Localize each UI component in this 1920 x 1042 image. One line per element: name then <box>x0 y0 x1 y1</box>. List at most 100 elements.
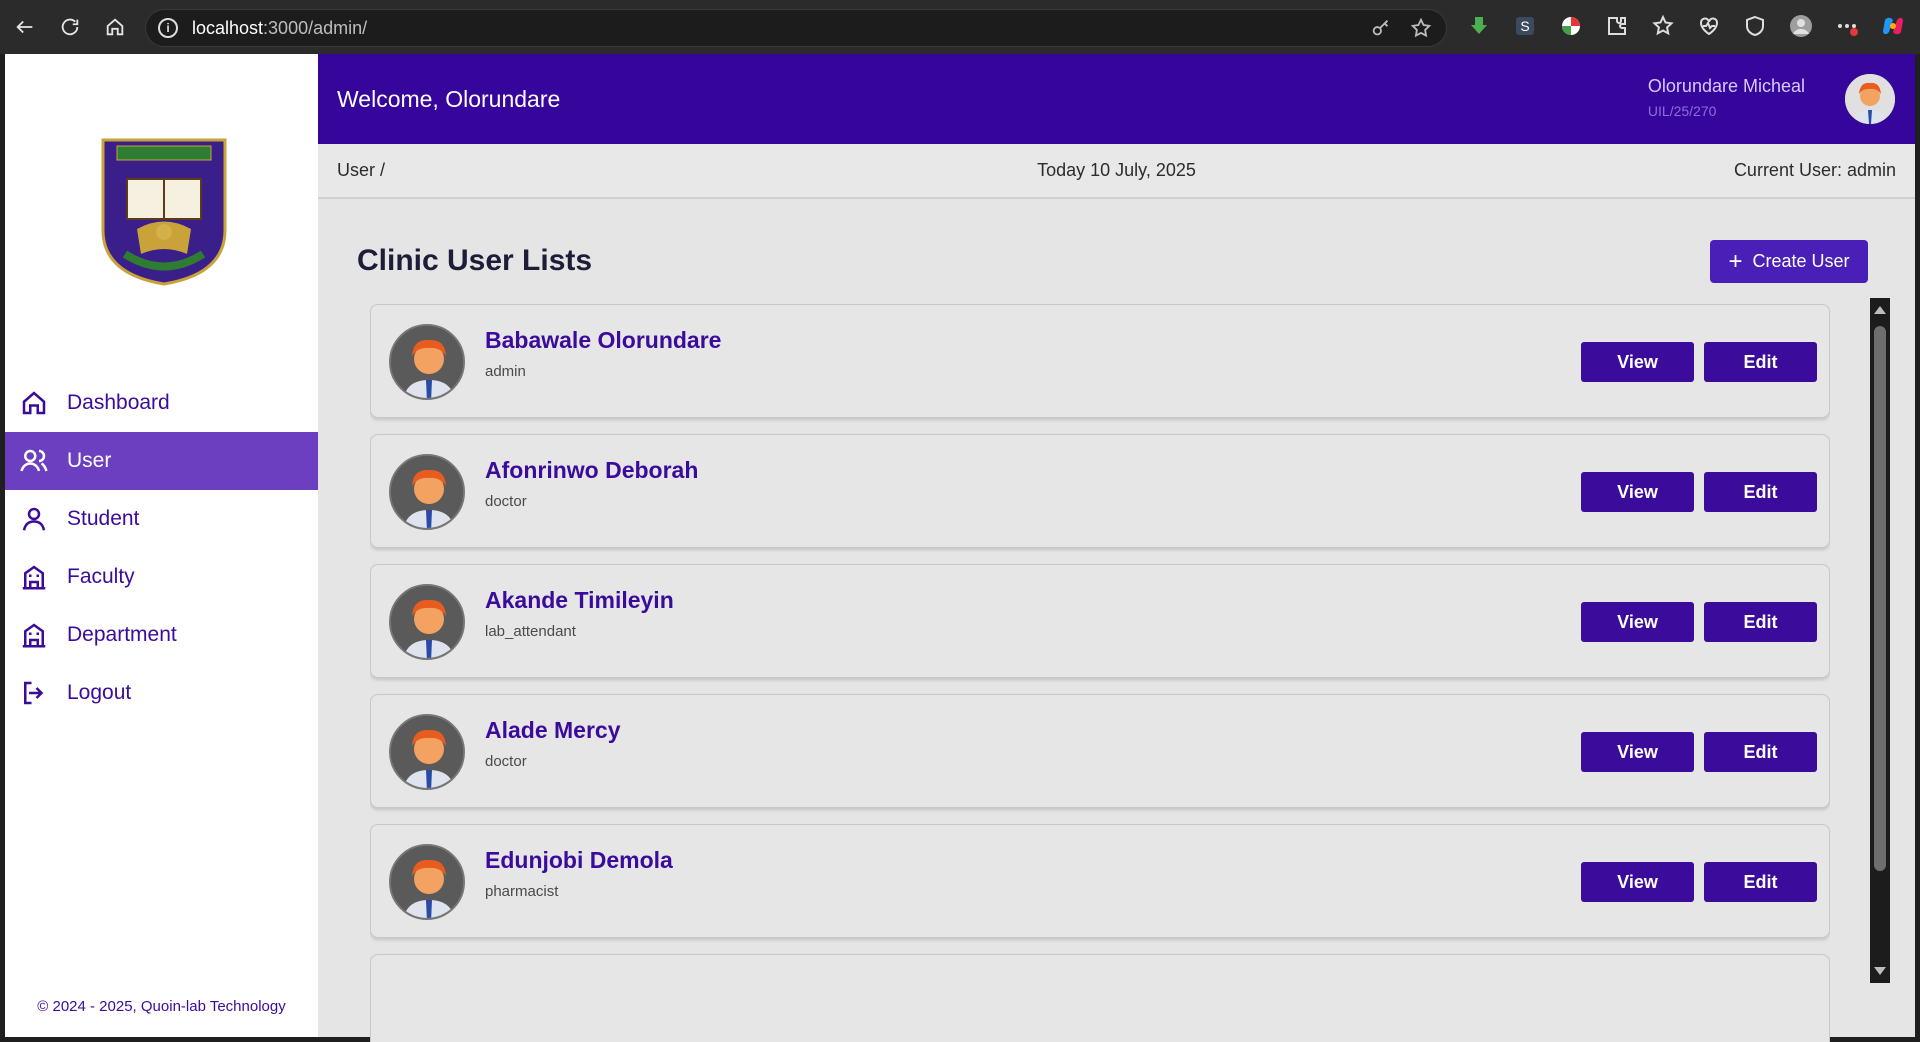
today-date: Today 10 July, 2025 <box>1037 160 1196 180</box>
sidebar-nav: Dashboard User Student Faculty Departmen… <box>5 374 318 722</box>
sidebar-item-student[interactable]: Student <box>5 490 318 548</box>
edit-button[interactable]: Edit <box>1704 602 1817 642</box>
sidebar-item-department[interactable]: Department <box>5 606 318 664</box>
user-name: Babawale Olorundare <box>485 327 722 353</box>
user-role: admin <box>485 363 526 380</box>
edit-button[interactable]: Edit <box>1704 862 1817 902</box>
page-title: Clinic User Lists <box>357 244 593 277</box>
edit-button[interactable]: Edit <box>1704 732 1817 772</box>
user-role: pharmacist <box>485 883 559 900</box>
list-item-partial <box>370 954 1830 1042</box>
avatar-icon <box>391 586 463 658</box>
list-item: Afonrinwo Deborah doctor View Edit <box>370 434 1830 548</box>
user-list[interactable]: Babawale Olorundare admin View Edit Afon… <box>370 304 1830 1042</box>
building-icon <box>22 565 46 590</box>
view-button[interactable]: View <box>1581 472 1694 512</box>
url-text[interactable]: localhost:3000/admin/ <box>192 18 367 39</box>
list-item: Babawale Olorundare admin View Edit <box>370 304 1830 418</box>
sidebar-item-label: Faculty <box>67 565 135 588</box>
create-user-button[interactable]: + Create User <box>1710 240 1868 283</box>
url-host: localhost <box>192 17 264 38</box>
plus-icon: + <box>1728 247 1743 275</box>
users-icon <box>20 449 48 472</box>
shield-icon[interactable] <box>1741 12 1769 40</box>
avatar[interactable] <box>1845 74 1895 124</box>
scroll-thumb[interactable] <box>1874 326 1886 871</box>
home-icon <box>22 391 46 415</box>
user-name: Akande Timileyin <box>485 587 674 613</box>
avatar <box>389 844 465 920</box>
user-role: doctor <box>485 493 527 510</box>
sidebar: Dashboard User Student Faculty Departmen… <box>5 54 318 1037</box>
main-content: Welcome, Olorundare Olorundare Micheal U… <box>318 54 1915 1042</box>
avatar-icon <box>391 326 463 398</box>
profile-icon[interactable] <box>1787 12 1815 40</box>
list-item: Alade Mercy doctor View Edit <box>370 694 1830 808</box>
list-item: Akande Timileyin lab_attendant View Edit <box>370 564 1830 678</box>
key-icon[interactable] <box>1370 17 1392 39</box>
top-header: Welcome, Olorundare Olorundare Micheal U… <box>318 54 1915 144</box>
person-icon <box>22 507 46 531</box>
scroll-up-icon[interactable] <box>1874 306 1886 314</box>
sidebar-item-label: User <box>67 449 112 472</box>
sidebar-item-faculty[interactable]: Faculty <box>5 548 318 606</box>
view-button[interactable]: View <box>1581 342 1694 382</box>
create-user-label: Create User <box>1752 251 1850 271</box>
arrow-left-icon <box>16 20 33 34</box>
view-button[interactable]: View <box>1581 602 1694 642</box>
user-name: Olorundare Micheal <box>1647 76 1805 96</box>
logout-icon <box>24 681 44 705</box>
avatar-icon <box>391 846 463 918</box>
copyright-text: © 2024 - 2025, Quoin-lab Technology <box>37 998 286 1015</box>
welcome-text: Welcome, Olorundare <box>337 85 561 112</box>
download-extension-icon[interactable] <box>1465 12 1493 40</box>
reload-button[interactable] <box>50 7 90 47</box>
puzzle-icon[interactable] <box>1603 12 1631 40</box>
scroll-down-icon[interactable] <box>1874 967 1886 975</box>
edit-button[interactable]: Edit <box>1704 342 1817 382</box>
user-info[interactable]: Olorundare Micheal UIL/25/270 <box>1648 76 1805 119</box>
home-button[interactable] <box>95 7 135 47</box>
building-icon <box>22 623 46 648</box>
s-extension-icon[interactable]: S <box>1511 12 1539 40</box>
avatar <box>389 454 465 530</box>
user-role: lab_attendant <box>485 623 576 640</box>
heartbeat-icon[interactable] <box>1695 12 1723 40</box>
avatar <box>389 714 465 790</box>
sidebar-item-label: Department <box>67 623 177 646</box>
star-icon[interactable] <box>1410 17 1432 39</box>
edit-button[interactable]: Edit <box>1704 472 1817 512</box>
list-scrollbar[interactable] <box>1870 298 1890 983</box>
address-bar[interactable]: i localhost:3000/admin/ <box>145 9 1447 47</box>
home-icon <box>106 18 124 36</box>
avatar-icon <box>1845 74 1895 124</box>
sidebar-item-user[interactable]: User <box>5 432 318 490</box>
user-id: UIL/25/270 <box>1647 103 1717 119</box>
sidebar-item-logout[interactable]: Logout <box>5 664 318 722</box>
url-path: :3000/admin/ <box>263 17 368 38</box>
more-icon[interactable] <box>1833 12 1861 40</box>
sub-header: User / Today 10 July, 2025 Current User:… <box>318 144 1915 199</box>
reload-icon <box>61 18 79 36</box>
user-name: Afonrinwo Deborah <box>485 457 699 483</box>
color-extension-icon[interactable] <box>1557 12 1585 40</box>
view-button[interactable]: View <box>1581 732 1694 772</box>
user-role: doctor <box>485 753 527 770</box>
user-name: Alade Mercy <box>485 717 621 743</box>
sidebar-item-label: Logout <box>67 681 132 704</box>
university-logo <box>101 138 227 286</box>
avatar <box>389 584 465 660</box>
back-button[interactable] <box>5 7 45 47</box>
user-name: Edunjobi Demola <box>485 847 673 873</box>
browser-toolbar: i localhost:3000/admin/ S <box>0 0 1920 54</box>
avatar-icon <box>391 456 463 528</box>
avatar <box>389 324 465 400</box>
sidebar-item-label: Student <box>67 507 140 530</box>
app-frame: Dashboard User Student Faculty Departmen… <box>5 54 1915 1042</box>
sidebar-item-dashboard[interactable]: Dashboard <box>5 374 318 432</box>
view-button[interactable]: View <box>1581 862 1694 902</box>
info-icon[interactable]: i <box>158 18 178 38</box>
favorites-icon[interactable] <box>1649 12 1677 40</box>
svg-text:S: S <box>1520 18 1529 34</box>
copilot-icon[interactable] <box>1879 12 1907 40</box>
